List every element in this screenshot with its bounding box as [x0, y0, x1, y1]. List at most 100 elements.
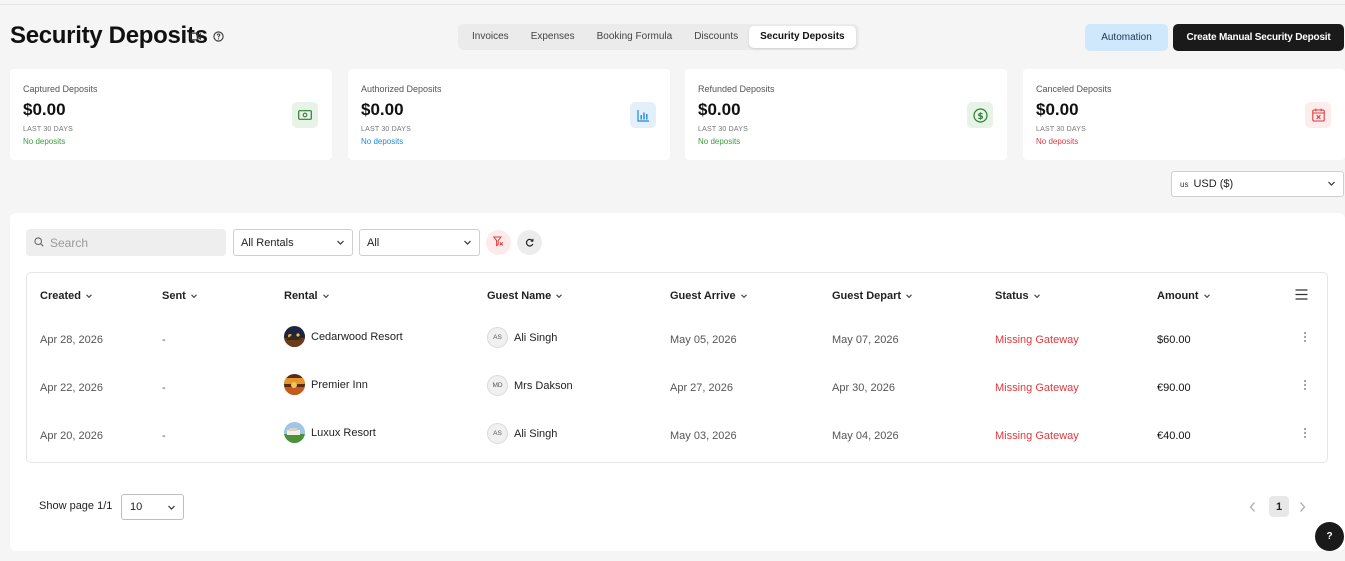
row-actions-icon[interactable] — [1303, 330, 1307, 348]
card-amount: $0.00 — [698, 100, 741, 119]
filter-clear-icon — [492, 234, 504, 252]
column-header-status[interactable]: Status — [995, 290, 1041, 302]
rental-filter-value: All Rentals — [241, 236, 294, 249]
section-tabs: Invoices Expenses Booking Formula Discou… — [458, 24, 859, 50]
card-amount: $0.00 — [23, 100, 66, 119]
column-label: Amount — [1157, 290, 1199, 302]
svg-text:$: $ — [977, 112, 983, 122]
row-actions-icon[interactable] — [1303, 426, 1307, 444]
page-number-button[interactable]: 1 — [1269, 496, 1289, 517]
help-circle-icon[interactable] — [213, 31, 224, 42]
table-row[interactable]: Apr 22, 2026 - Premier Inn MD Mrs Dakson… — [27, 365, 1327, 413]
column-settings-menu-icon[interactable] — [1295, 287, 1308, 305]
card-period: LAST 30 DAYS — [1036, 126, 1086, 133]
cell-guest: MD Mrs Dakson — [487, 375, 573, 396]
status-badge: Missing Gateway — [995, 430, 1079, 442]
cell-depart: Apr 30, 2026 — [832, 382, 895, 394]
cell-amount: €90.00 — [1157, 382, 1191, 394]
chevron-left-icon[interactable] — [1248, 500, 1257, 518]
rental-thumbnail — [284, 326, 305, 347]
column-header-sent[interactable]: Sent — [162, 290, 198, 302]
chevron-right-icon[interactable] — [1298, 500, 1307, 518]
cell-guest: AS Ali Singh — [487, 327, 557, 348]
canceled-deposits-card: Canceled Deposits $0.00 LAST 30 DAYS No … — [1023, 69, 1345, 160]
table-row[interactable]: Apr 20, 2026 - Luxux Resort AS Ali Singh… — [27, 413, 1327, 461]
column-label: Rental — [284, 290, 318, 302]
automation-button[interactable]: Automation — [1085, 24, 1168, 51]
cell-rental[interactable]: Premier Inn — [284, 374, 368, 395]
deposits-table: Created Sent Rental Guest Name Guest Arr… — [26, 272, 1328, 463]
table-row[interactable]: Apr 28, 2026 - Cedarwood Resort AS Ali S… — [27, 317, 1327, 365]
deposits-panel: All Rentals All Created Sent Rental Gues… — [10, 213, 1345, 551]
rental-thumbnail — [284, 422, 305, 443]
card-label: Authorized Deposits — [361, 84, 442, 94]
card-label: Canceled Deposits — [1036, 84, 1112, 94]
tab-discounts[interactable]: Discounts — [683, 26, 749, 48]
status-filter-select[interactable]: All — [359, 229, 480, 256]
chevron-down-icon — [167, 503, 176, 515]
column-header-guest-name[interactable]: Guest Name — [487, 290, 563, 302]
card-label: Refunded Deposits — [698, 84, 775, 94]
cell-arrive: May 03, 2026 — [670, 430, 737, 442]
column-header-guest-arrive[interactable]: Guest Arrive — [670, 290, 748, 302]
avatar: AS — [487, 327, 508, 348]
avatar: AS — [487, 423, 508, 444]
page-info-label: Show page 1/1 — [39, 500, 113, 512]
tab-expenses[interactable]: Expenses — [520, 26, 586, 48]
chevron-down-icon — [322, 294, 329, 299]
page-size-value: 10 — [130, 501, 143, 513]
flag-icon: us — [1180, 179, 1189, 189]
guest-name: Ali Singh — [514, 427, 558, 440]
cell-rental[interactable]: Cedarwood Resort — [284, 326, 403, 347]
cell-created: Apr 22, 2026 — [40, 382, 103, 394]
rental-filter-select[interactable]: All Rentals — [233, 229, 353, 256]
rental-name: Luxux Resort — [311, 426, 376, 439]
authorized-deposits-card: Authorized Deposits $0.00 LAST 30 DAYS N… — [348, 69, 670, 160]
help-button[interactable]: ? — [1315, 522, 1344, 551]
refunded-deposits-card: Refunded Deposits $0.00 LAST 30 DAYS No … — [685, 69, 1007, 160]
dollar-circle-icon: $ — [967, 102, 993, 128]
row-actions-icon[interactable] — [1303, 378, 1307, 396]
column-label: Sent — [162, 290, 186, 302]
create-manual-deposit-button[interactable]: Create Manual Security Deposit — [1173, 24, 1344, 51]
chevron-down-icon — [1327, 179, 1336, 191]
card-period: LAST 30 DAYS — [23, 126, 73, 133]
chevron-down-icon — [906, 294, 912, 299]
clear-filter-button[interactable] — [486, 230, 511, 255]
money-icon — [292, 102, 318, 128]
refresh-button[interactable] — [517, 230, 542, 255]
chevron-down-icon — [1203, 294, 1210, 299]
video-icon[interactable] — [190, 32, 201, 41]
cell-rental[interactable]: Luxux Resort — [284, 422, 376, 443]
column-header-rental[interactable]: Rental — [284, 290, 330, 302]
cell-created: Apr 28, 2026 — [40, 334, 103, 346]
card-note: No deposits — [23, 137, 66, 146]
guest-name: Ali Singh — [514, 331, 558, 344]
cell-guest: AS Ali Singh — [487, 423, 557, 444]
column-header-created[interactable]: Created — [40, 290, 93, 302]
page-size-select[interactable]: 10 — [121, 494, 184, 520]
card-amount: $0.00 — [1036, 100, 1079, 119]
currency-select[interactable]: us USD ($) — [1171, 171, 1344, 197]
top-divider — [0, 4, 1345, 5]
refresh-icon — [525, 234, 534, 252]
status-filter-value: All — [367, 236, 380, 249]
tab-security-deposits[interactable]: Security Deposits — [749, 26, 856, 48]
calendar-x-icon — [1305, 102, 1331, 128]
currency-value: USD ($) — [1193, 178, 1234, 190]
column-label: Guest Arrive — [670, 290, 736, 302]
card-label: Captured Deposits — [23, 84, 98, 94]
search-box — [26, 229, 226, 256]
column-header-amount[interactable]: Amount — [1157, 290, 1211, 302]
search-input[interactable] — [50, 235, 210, 250]
card-note: No deposits — [361, 137, 404, 146]
column-label: Guest Depart — [832, 290, 902, 302]
tab-booking-formula[interactable]: Booking Formula — [586, 26, 684, 48]
chevron-down-icon — [1033, 294, 1040, 299]
chevron-down-icon — [463, 238, 472, 250]
column-header-guest-depart[interactable]: Guest Depart — [832, 290, 913, 302]
cell-sent: - — [162, 430, 166, 442]
tab-invoices[interactable]: Invoices — [461, 26, 520, 48]
column-label: Guest Name — [487, 290, 552, 302]
chevron-down-icon — [86, 294, 92, 299]
